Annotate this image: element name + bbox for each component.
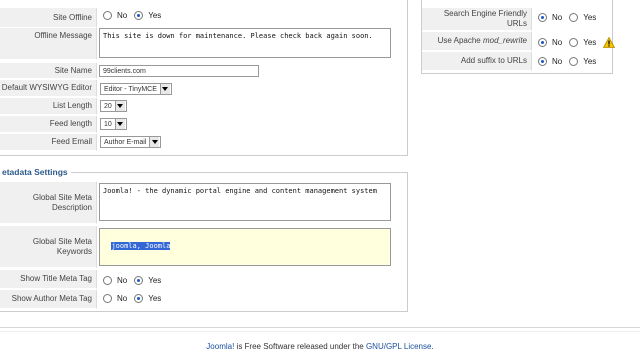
chevron-down-icon xyxy=(159,84,170,94)
show-author-yes-radio[interactable] xyxy=(134,294,144,303)
list-length-select[interactable]: 20 xyxy=(100,100,127,112)
default-editor-value: Editor - TinyMCE xyxy=(104,85,157,93)
mod-rewrite-radios: No Yes xyxy=(538,37,616,48)
site-name-input[interactable]: 99clients.com xyxy=(99,65,259,77)
sef-urls-yes-radio[interactable] xyxy=(569,13,579,22)
warning-icon[interactable] xyxy=(603,37,616,48)
site-offline-yes-radio[interactable] xyxy=(134,11,144,20)
mod-rewrite-no-radio[interactable] xyxy=(538,38,547,47)
chevron-down-icon xyxy=(114,101,125,111)
feed-email-value: Author E-mail xyxy=(104,138,147,146)
meta-description-textarea[interactable]: Joomla! - the dynamic portal engine and … xyxy=(99,183,391,221)
chevron-down-icon xyxy=(149,137,160,147)
offline-message-label: Offline Message xyxy=(0,28,97,60)
joomla-link[interactable]: Joomla! xyxy=(206,342,234,351)
meta-description-label: Global Site Meta Description xyxy=(0,182,97,224)
sef-urls-label: Search Engine Friendly URLs xyxy=(422,8,532,31)
url-suffix-no-radio[interactable] xyxy=(538,57,547,66)
footer-divider xyxy=(0,327,640,328)
footer-divider-lower xyxy=(0,331,640,332)
gnu-gpl-link[interactable]: GNU/GPL License xyxy=(366,342,432,351)
site-offline-radios: No Yes xyxy=(103,11,165,20)
feed-email-select[interactable]: Author E-mail xyxy=(100,136,162,148)
show-author-no-radio[interactable] xyxy=(103,294,112,303)
feed-email-label: Feed Email xyxy=(0,134,97,151)
sef-urls-no-radio[interactable] xyxy=(538,13,547,22)
show-title-yes-radio[interactable] xyxy=(134,276,144,285)
meta-keywords-label: Global Site Meta Keywords xyxy=(0,226,97,268)
mod-rewrite-yes-radio[interactable] xyxy=(569,38,579,47)
sef-urls-radios: No Yes xyxy=(538,13,600,22)
show-title-radios: No Yes xyxy=(103,276,165,285)
show-title-no-radio[interactable] xyxy=(103,276,112,285)
chevron-down-icon xyxy=(114,119,125,129)
url-suffix-yes-radio[interactable] xyxy=(569,57,579,66)
footer: Joomla! is Free Software released under … xyxy=(206,342,434,351)
show-author-radios: No Yes xyxy=(103,294,165,303)
feed-length-select[interactable]: 10 xyxy=(100,118,127,130)
default-editor-label: Default WYSIWYG Editor xyxy=(0,80,97,97)
feed-length-label: Feed length xyxy=(0,116,97,133)
feed-length-value: 10 xyxy=(104,120,112,128)
site-offline-label: Site Offline xyxy=(0,8,97,28)
meta-keywords-selection: joomla, Joomla xyxy=(111,242,171,250)
url-suffix-label: Add suffix to URLs xyxy=(422,52,532,71)
default-editor-select[interactable]: Editor - TinyMCE xyxy=(100,83,172,95)
site-offline-no-radio[interactable] xyxy=(103,11,112,20)
offline-message-textarea[interactable]: This site is down for maintenance. Pleas… xyxy=(99,28,391,58)
show-author-label: Show Author Meta Tag xyxy=(0,290,97,309)
site-name-label: Site Name xyxy=(0,63,97,79)
metadata-settings-legend: etadata Settings xyxy=(0,167,71,177)
list-length-label: List Length xyxy=(0,98,97,115)
mod-rewrite-label: Use Apache mod_rewrite xyxy=(422,32,532,51)
url-suffix-radios: No Yes xyxy=(538,57,600,66)
show-title-label: Show Title Meta Tag xyxy=(0,270,97,289)
meta-keywords-textarea[interactable]: joomla, Joomla xyxy=(99,228,391,266)
list-length-value: 20 xyxy=(104,102,112,110)
